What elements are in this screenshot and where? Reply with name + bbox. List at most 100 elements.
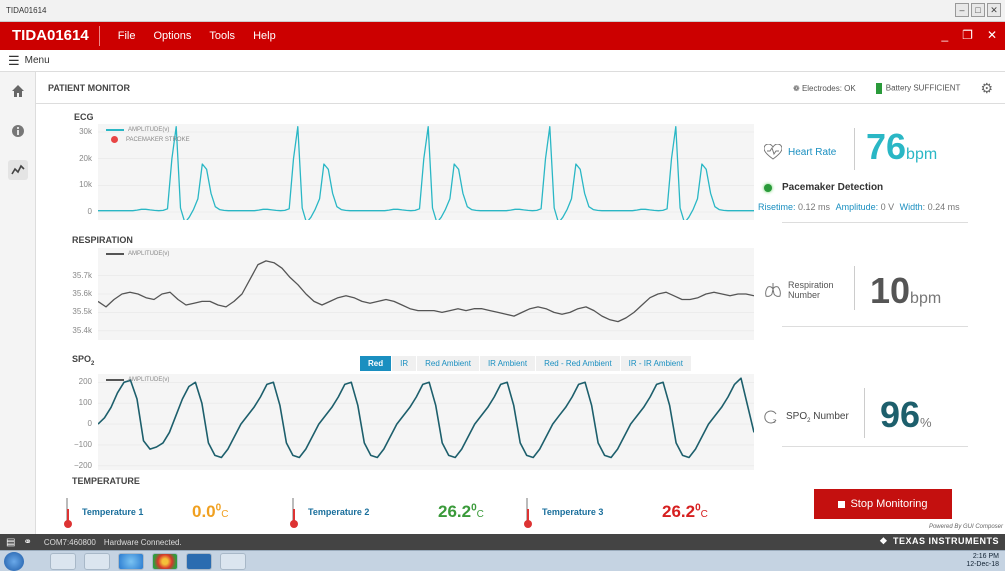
hamburger-icon[interactable]: ☰ — [8, 53, 20, 69]
tab-red-ambient[interactable]: Red Ambient — [417, 356, 479, 371]
stop-monitoring-button[interactable]: Stop Monitoring — [814, 489, 952, 519]
system-tray: 2:16 PM 12-Dec-18 — [966, 553, 999, 569]
heart-icon — [764, 144, 782, 160]
menu-file[interactable]: File — [118, 30, 136, 42]
svg-text:2: 2 — [773, 419, 776, 424]
home-icon[interactable] — [10, 84, 26, 100]
window-minimize-button[interactable]: – — [955, 3, 969, 17]
ecg-legend-amplitude: AMPLITUDE(v) — [106, 127, 169, 133]
y-tick-label: −200 — [73, 460, 92, 470]
link-icon[interactable]: ⚭ — [23, 537, 31, 548]
spo2-label-group: 2 SPO2 Number — [764, 410, 849, 424]
connection-status: Hardware Connected. — [103, 537, 182, 547]
divider — [854, 266, 855, 310]
sidebar — [0, 72, 36, 534]
spo2-panel: 2 SPO2 Number 96% — [758, 382, 998, 452]
powered-by: Powered By GUI Composer — [928, 524, 1003, 530]
respiration-title: RESPIRATION — [72, 235, 133, 245]
temperature-2-value: 26.20C — [438, 502, 484, 521]
divider — [782, 326, 968, 327]
ecg-yaxis: 30k 20k 10k 0 — [64, 124, 96, 220]
respiration-chart: AMPLITUDE(v) — [98, 248, 754, 340]
series-line — [98, 377, 754, 459]
heart-rate-value: 76bpm — [866, 126, 938, 167]
menu-label[interactable]: Menu — [25, 55, 50, 66]
y-tick-label: 20k — [79, 153, 92, 163]
tab-red[interactable]: Red — [360, 356, 392, 371]
temperature-title: TEMPERATURE — [72, 476, 140, 486]
y-tick-label: 35.4k — [72, 325, 92, 335]
taskbar-explorer-icon[interactable] — [50, 553, 76, 570]
respiration-value: 10bpm — [870, 270, 942, 311]
temperature-1: Temperature 1 0.00C — [64, 492, 229, 532]
window-maximize-button[interactable]: □ — [971, 3, 985, 17]
ecg-legend-pacemaker: PACEMAKER STROKE — [106, 136, 190, 143]
tab-ir[interactable]: IR — [392, 356, 417, 371]
menu-help[interactable]: Help — [253, 30, 276, 42]
tray-time: 2:16 PM — [972, 553, 999, 560]
patient-monitor-header: PATIENT MONITOR ❁ Electrodes: OK Battery… — [36, 72, 1005, 104]
thermometer-icon — [64, 498, 72, 528]
menu-options[interactable]: Options — [153, 30, 191, 42]
info-icon[interactable] — [10, 124, 26, 140]
taskbar-media-icon[interactable] — [84, 553, 110, 570]
tray-date: 12-Dec-18 — [966, 561, 999, 568]
status-bar: ▤ ⚭ COM7:460800 Hardware Connected. ❖ TEX… — [0, 534, 1005, 550]
temperature-1-value: 0.00C — [192, 502, 229, 521]
temperature-3-value: 26.20C — [662, 502, 708, 521]
notebook-icon[interactable]: ▤ — [6, 537, 15, 548]
port-status: COM7:460800 — [43, 537, 96, 547]
spo2-chart: AMPLITUDE(v) — [98, 374, 754, 470]
tab-ir-minus-ir-ambient[interactable]: IR - IR Ambient — [620, 356, 691, 371]
menu-tools[interactable]: Tools — [209, 30, 235, 42]
respiration-panel: Respiration Number 10bpm — [758, 264, 998, 334]
ecg-chart: AMPLITUDE(v) PACEMAKER STROKE — [98, 124, 754, 220]
taskbar-app-icon[interactable] — [186, 553, 212, 570]
heart-rate-panel: Heart Rate 76bpm Pacemaker Detection Ris… — [758, 124, 998, 234]
thermometer-icon — [290, 498, 298, 528]
ti-brand: ❖ TEXAS INSTRUMENTS — [879, 536, 999, 546]
y-tick-label: 10k — [79, 180, 92, 190]
y-tick-label: 35.6k — [72, 289, 92, 298]
start-button[interactable] — [4, 552, 24, 571]
spo2-value: 96% — [880, 394, 932, 435]
main-panel: PATIENT MONITOR ❁ Electrodes: OK Battery… — [36, 72, 1005, 534]
app-menubar: TIDA01614 File Options Tools Help _ ❐ ✕ — [0, 22, 1005, 50]
tab-red-minus-red-ambient[interactable]: Red - Red Ambient — [536, 356, 620, 371]
y-tick-label: −100 — [73, 439, 92, 449]
oxygen-icon: 2 — [764, 410, 777, 424]
window-close-button[interactable]: ✕ — [987, 3, 1001, 17]
series-line — [98, 126, 754, 220]
gear-icon[interactable]: ⚙ — [980, 80, 993, 97]
ecg-title: ECG — [74, 112, 94, 122]
taskbar-chrome-icon[interactable] — [152, 553, 178, 570]
respiration-label-2: Number — [788, 290, 821, 300]
spo2-legend: AMPLITUDE(v) — [106, 377, 169, 383]
chart-icon[interactable] — [8, 160, 28, 180]
pacemaker-status-dot — [764, 183, 772, 192]
spo2-yaxis: 200 100 0 −100 −200 — [56, 374, 96, 470]
app-close-button[interactable]: ✕ — [987, 28, 997, 42]
app-restore-button[interactable]: ❐ — [962, 28, 973, 42]
os-taskbar: 2:16 PM 12-Dec-18 — [0, 550, 1005, 571]
respiration-legend: AMPLITUDE(v) — [106, 251, 169, 257]
y-tick-label: 100 — [78, 398, 92, 408]
spo2-svg — [98, 377, 754, 467]
ti-logo-icon: ❖ — [879, 536, 888, 546]
y-tick-label: 0 — [87, 419, 92, 429]
app-name: TIDA01614 — [0, 26, 100, 46]
tab-ir-ambient[interactable]: IR Ambient — [479, 356, 536, 371]
temperature-row: Temperature 1 0.00C Temperature 2 26.20C… — [36, 492, 736, 532]
temperature-2-label: Temperature 2 — [308, 507, 370, 517]
electrode-icon: ❁ — [793, 84, 800, 93]
respiration-label-group: Respiration Number — [764, 280, 834, 300]
y-tick-label: 200 — [78, 377, 92, 387]
taskbar-ie-icon[interactable] — [118, 553, 144, 570]
taskbar-package-icon[interactable] — [220, 553, 246, 570]
app-minimize-button[interactable]: _ — [941, 28, 948, 42]
y-tick-label: 35.5k — [72, 307, 92, 317]
heart-rate-label: Heart Rate — [788, 146, 837, 158]
thermometer-icon — [524, 498, 532, 528]
page-title: PATIENT MONITOR — [48, 82, 130, 93]
divider — [864, 388, 865, 438]
